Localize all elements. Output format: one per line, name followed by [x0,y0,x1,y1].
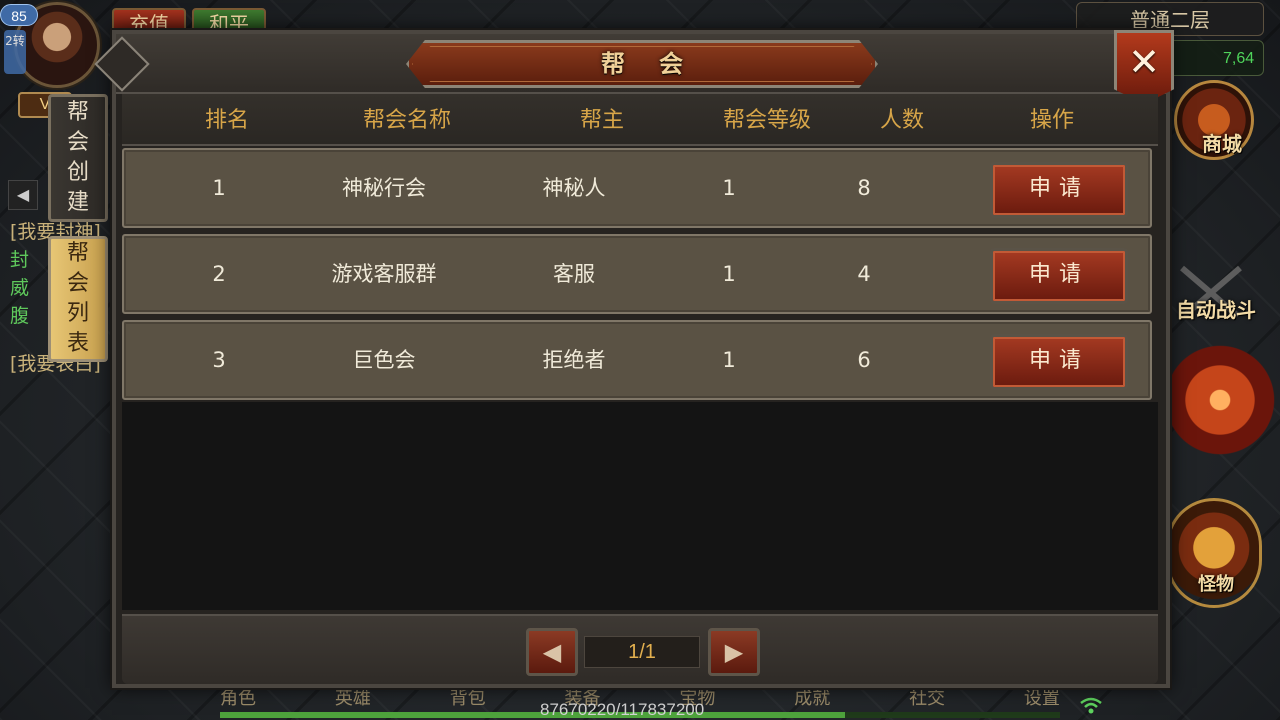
members-cell: 4 [857,262,871,286]
column-header-action: 操作 [1029,108,1074,133]
menu-item-social[interactable]: 社交 [909,690,945,710]
menu-item-hero[interactable]: 英雄 [335,690,371,710]
members-cell: 8 [857,176,871,200]
members-cell: 6 [857,348,871,372]
table-row: 3 巨色会 拒绝者 1 6 申请 [122,320,1152,400]
tab-guild-create[interactable]: 帮 会 创 建 [48,94,108,222]
tab-char: 帮 [66,100,89,125]
title-plate: 帮会 [406,40,878,88]
arrow-right-icon: ▶ [724,638,744,666]
panel-header: 帮会 [94,34,1166,94]
guild-name-cell: 游戏客服群 [331,262,437,286]
rank-cell: 3 [212,348,226,372]
column-header-leader: 帮主 [579,108,624,133]
rank-cell: 2 [212,262,226,286]
page-indicator: 1/1 [584,636,700,668]
shop-label: 商城 [1202,132,1242,156]
guild-name-cell: 神秘行会 [342,176,426,200]
auto-battle-label: 自动战斗 [1176,298,1256,322]
player-level-badge: 85 [0,4,38,26]
leader-cell: 神秘人 [542,176,606,200]
guild-level-cell: 1 [722,348,736,372]
column-header-rank: 排名 [204,108,249,133]
apply-button[interactable]: 申请 [990,162,1128,218]
tab-guild-list[interactable]: 帮 会 列 表 [48,236,108,362]
panel-footer: ◀ 1/1 ▶ [122,614,1158,684]
exp-bar-fill [220,712,845,718]
empty-list-area [122,402,1158,610]
apply-button[interactable]: 申请 [990,334,1128,390]
leader-cell: 拒绝者 [542,348,606,372]
column-header-members: 人数 [879,108,924,133]
menu-item-settings[interactable]: 设置 [1024,690,1060,710]
table-row: 1 神秘行会 神秘人 1 8 申请 [122,148,1152,228]
tab-char: 会 [66,130,89,155]
next-page-button[interactable]: ▶ [708,628,760,676]
monster-label: 怪物 [1198,574,1234,595]
tab-char: 列 [66,301,89,326]
tab-char: 创 [66,160,89,185]
guild-level-cell: 1 [722,176,736,200]
player-rebirth-badge: 2转 [4,30,26,74]
tab-char: 建 [66,190,89,215]
table-header: 排名 帮会名称 帮主 帮会等级 人数 操作 [122,94,1158,146]
prev-page-button[interactable]: ◀ [526,628,578,676]
arrow-left-icon: ◀ [542,638,562,666]
menu-item-bag[interactable]: 背包 [450,690,486,710]
table-row: 2 游戏客服群 客服 1 4 申请 [122,234,1152,314]
rank-cell: 1 [212,176,226,200]
close-button[interactable]: ✕ [1114,30,1174,104]
tab-char: 帮 [66,241,89,266]
guild-panel: 帮会 ✕ 排名 帮会名称 帮主 帮会等级 人数 操作 1 神秘行会 神秘人 1 … [94,30,1174,688]
apply-button[interactable]: 申请 [990,248,1128,304]
exp-value: 87670220/117837200 [540,700,705,719]
panel-title: 帮会 [601,49,717,78]
map-coordinates: 7,64 [1164,40,1264,76]
menu-item-role[interactable]: 角色 [220,690,256,710]
guild-name-cell: 巨色会 [352,348,416,372]
wifi-icon [1080,696,1102,720]
leader-cell: 客服 [553,262,595,286]
skill-orb-icon[interactable] [1164,320,1276,480]
tab-char: 表 [66,331,89,356]
guild-level-cell: 1 [722,262,736,286]
tab-char: 会 [66,271,89,296]
menu-item-achievement[interactable]: 成就 [794,690,830,710]
chat-collapse-icon[interactable]: ◀ [8,180,38,210]
column-header-guild-level: 帮会等级 [722,108,811,133]
column-header-guild-name: 帮会名称 [362,108,451,133]
close-icon: ✕ [1128,40,1160,84]
